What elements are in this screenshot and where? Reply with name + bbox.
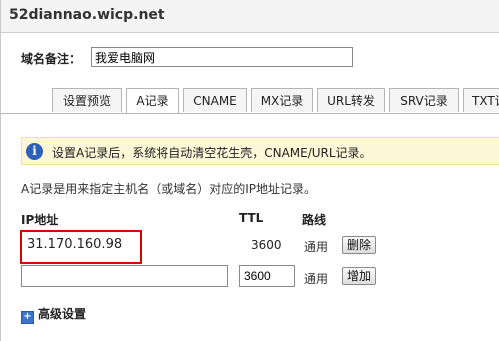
tab-srv[interactable]: SRV记录 <box>389 88 459 112</box>
notice-text: 设置A记录后，系统将自动清空花生壳，CNAME/URL记录。 <box>52 146 372 160</box>
delete-button[interactable]: 删除 <box>342 236 377 254</box>
advanced-settings-toggle[interactable]: + 高级设置 <box>21 305 86 324</box>
tab-mx[interactable]: MX记录 <box>251 88 313 112</box>
dns-dialog: 52diannao.wicp.net 域名备注： 设置预览 A记录 CNAME … <box>0 0 499 341</box>
new-ip-input[interactable] <box>21 265 228 287</box>
window-title: 52diannao.wicp.net <box>9 7 165 23</box>
ip-column-header: IP地址 <box>21 213 59 227</box>
info-icon: i <box>26 143 43 160</box>
record-tabs: 设置预览 A记录 CNAME MX记录 URL转发 SRV记录 TXT记 <box>1 88 499 114</box>
line-column-header: 路线 <box>302 213 327 227</box>
alias-input[interactable] <box>91 47 353 67</box>
new-ttl-input[interactable] <box>239 265 295 287</box>
alias-label: 域名备注： <box>21 52 82 66</box>
add-button[interactable]: 增加 <box>342 267 377 285</box>
tab-cname[interactable]: CNAME <box>183 88 247 112</box>
titlebar: 52diannao.wicp.net <box>1 0 499 33</box>
tab-txt[interactable]: TXT记 <box>463 88 499 112</box>
a-record-description: A记录是用来指定主机名（或域名）对应的IP地址记录。 <box>21 182 316 196</box>
advanced-settings-label: 高级设置 <box>38 307 87 321</box>
tab-preview[interactable]: 设置预览 <box>52 88 122 112</box>
line-value: 通用 <box>304 240 329 254</box>
plus-icon: + <box>21 311 34 324</box>
tab-divider <box>1 113 499 114</box>
tab-url-forward[interactable]: URL转发 <box>317 88 385 112</box>
ttl-column-header: TTL <box>239 211 264 225</box>
new-line-value: 通用 <box>304 272 329 286</box>
ttl-value: 3600 <box>251 238 282 252</box>
notice-bar: i 设置A记录后，系统将自动清空花生壳，CNAME/URL记录。 <box>21 137 499 165</box>
ip-highlight-box <box>20 230 142 264</box>
tab-a-record[interactable]: A记录 <box>126 88 179 114</box>
